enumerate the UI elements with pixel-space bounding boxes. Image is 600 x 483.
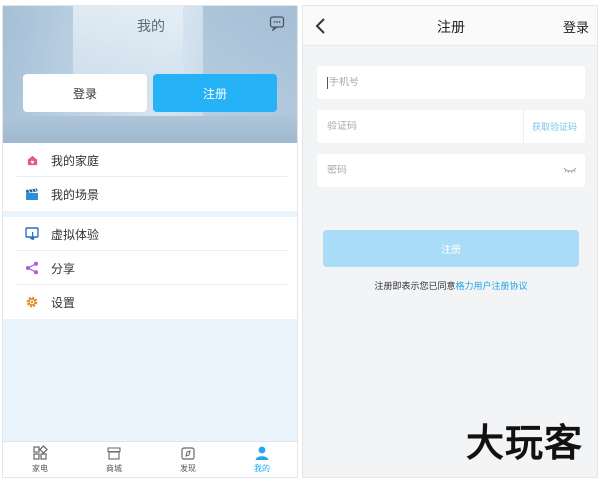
menu-item-label: 虚拟体验: [51, 227, 100, 242]
get-code-button[interactable]: 获取验证码: [522, 110, 585, 143]
login-button[interactable]: 登录: [23, 74, 147, 112]
home-heart-icon: [25, 153, 39, 167]
agreement-prefix: 注册即表示您已同意: [374, 282, 456, 292]
banner-floor: [3, 116, 297, 143]
phone-input[interactable]: [329, 77, 509, 88]
chat-bubble-icon[interactable]: [269, 15, 285, 31]
tab-label: 发现: [180, 464, 196, 473]
watermark-logo: 大玩客: [465, 420, 583, 465]
person-icon: [255, 446, 269, 460]
password-input[interactable]: [327, 165, 507, 176]
tab-discover[interactable]: 发现: [151, 442, 225, 477]
gear-icon: [25, 295, 39, 309]
verification-code-field[interactable]: 获取验证码: [317, 110, 585, 143]
eye-closed-icon[interactable]: [563, 165, 577, 175]
tab-appliances[interactable]: 家电: [3, 442, 77, 477]
phone-field[interactable]: [317, 66, 585, 99]
tab-label: 我的: [254, 464, 270, 473]
menu-item-label: 我的家庭: [51, 153, 100, 168]
register-submit-button[interactable]: 注册: [323, 230, 579, 267]
user-agreement-link[interactable]: 格力用户注册协议: [456, 282, 528, 292]
verification-code-input[interactable]: [327, 121, 507, 132]
menu-item-label: 分享: [51, 261, 76, 276]
register-button[interactable]: 注册: [153, 74, 277, 112]
touch-screen-icon: [25, 227, 39, 241]
grid-icon: [33, 445, 48, 460]
menu-item-my-scenes[interactable]: 我的场景: [3, 177, 297, 211]
tab-mine[interactable]: 我的: [225, 442, 297, 477]
menu-item-label: 我的场景: [51, 187, 100, 202]
profile-menu: 我的家庭 我的场景 虚拟体验 分享 设置: [3, 143, 297, 319]
nav-bar: 注册 登录: [303, 6, 597, 46]
password-field[interactable]: [317, 154, 585, 187]
tab-label: 商城: [106, 464, 122, 473]
tab-store[interactable]: 商城: [77, 442, 151, 477]
store-icon: [107, 447, 121, 460]
menu-item-my-family[interactable]: 我的家庭: [3, 143, 297, 177]
page-title: 注册: [437, 20, 465, 36]
profile-screen: 我的 登录 注册 我的家庭 我的场景 虚拟体验 分享 设置 家电 商城 发现 我…: [2, 5, 298, 478]
menu-item-virtual-experience[interactable]: 虚拟体验: [3, 217, 297, 251]
profile-header-banner: 我的 登录 注册: [3, 6, 297, 143]
page-title: 我的: [137, 19, 165, 35]
clapperboard-icon: [25, 187, 39, 201]
text-caret: [327, 76, 328, 89]
compass-icon: [181, 447, 195, 460]
menu-item-share[interactable]: 分享: [3, 251, 297, 285]
menu-item-settings[interactable]: 设置: [3, 285, 297, 319]
menu-item-label: 设置: [51, 295, 76, 310]
agreement-text: 注册即表示您已同意格力用户注册协议: [303, 279, 597, 292]
login-link[interactable]: 登录: [563, 17, 589, 36]
share-icon: [25, 261, 39, 275]
bottom-tab-bar: 家电 商城 发现 我的: [3, 441, 297, 477]
tab-label: 家电: [32, 464, 48, 473]
register-screen: 注册 登录 获取验证码 注册 注册即表示您已同意格力用户注册协议 大玩客: [302, 5, 598, 478]
